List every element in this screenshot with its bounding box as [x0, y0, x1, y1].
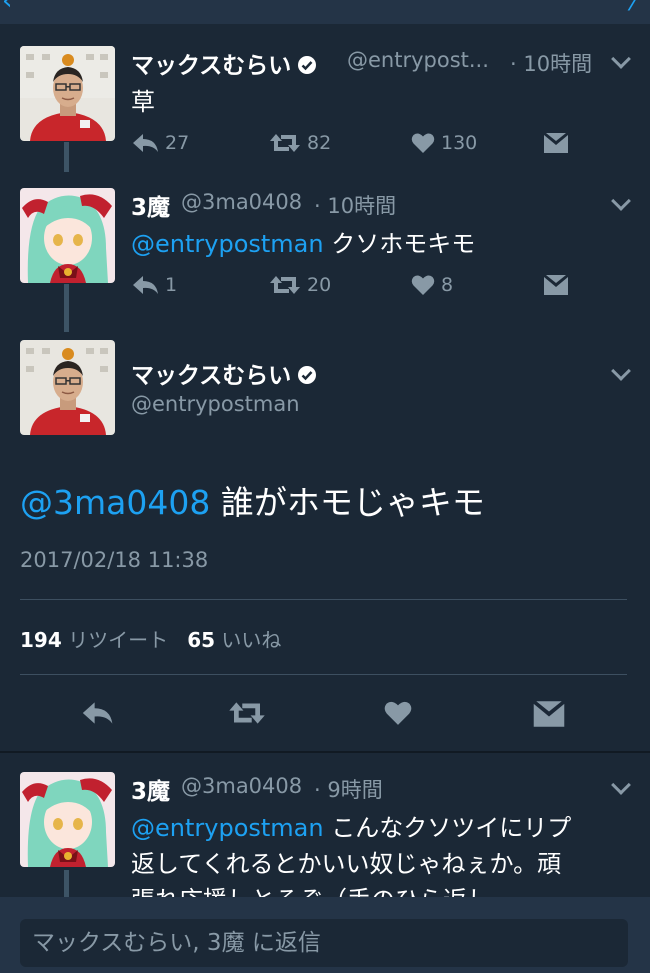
- like-count: 130: [441, 132, 478, 154]
- author-name[interactable]: 3魔: [131, 188, 170, 222]
- retweet-icon: [270, 134, 300, 152]
- verified-badge-icon: [298, 366, 317, 384]
- author-handle[interactable]: @3ma0408: [181, 774, 302, 798]
- tweet-text: @entrypostman こんなクソツイにリプ: [131, 808, 571, 843]
- compose-icon[interactable]: ⁄: [632, 0, 636, 16]
- chevron-down-icon[interactable]: [611, 361, 631, 381]
- focused-tweet-text: @3ma0408 誰がホモじゃキモ: [20, 476, 485, 524]
- chevron-down-icon[interactable]: [611, 775, 631, 795]
- section-separator: [0, 751, 650, 753]
- author-handle[interactable]: @entrypostman: [131, 392, 300, 416]
- reply-button[interactable]: 27: [131, 132, 189, 154]
- direct-message-icon[interactable]: [532, 700, 566, 728]
- reply-icon[interactable]: [80, 700, 114, 726]
- author-name[interactable]: 3魔: [131, 772, 170, 806]
- thread-line: [64, 142, 69, 172]
- mention-link[interactable]: @entrypostman: [131, 230, 324, 258]
- tweet-text-line: 張れ応援しとるぞ（手のひら返し: [131, 880, 491, 897]
- tweet-text: 草: [131, 88, 155, 116]
- avatar-3ma[interactable]: [20, 772, 115, 867]
- heart-icon: [411, 133, 435, 153]
- verified-badge-icon: [298, 56, 317, 74]
- retweet-button[interactable]: 82: [269, 132, 331, 154]
- author-handle[interactable]: @entrypost...: [347, 48, 489, 72]
- reply-input[interactable]: [20, 919, 628, 967]
- mention-link[interactable]: @3ma0408: [20, 483, 210, 522]
- thread-line: [64, 870, 69, 897]
- retweet-button[interactable]: 20: [269, 274, 331, 296]
- divider: [20, 674, 627, 675]
- chevron-down-icon[interactable]: [611, 49, 631, 69]
- focused-tweet: マックスむらい @entrypostman @3ma0408 誰がホモじゃキモ …: [0, 332, 650, 752]
- avatar-maxmurai[interactable]: [20, 340, 115, 435]
- message-button[interactable]: [543, 132, 569, 154]
- like-count: 8: [441, 274, 454, 296]
- reply-tweet-3ma[interactable]: 3魔 @3ma0408 · 9時間 @entrypostman こんなクソツイに…: [0, 754, 650, 897]
- tweet-time: · 9時間: [314, 778, 383, 802]
- divider: [20, 599, 627, 600]
- heart-icon: [411, 275, 435, 295]
- top-navigation-bar: ‹ ⁄: [0, 0, 650, 24]
- message-button[interactable]: [543, 274, 569, 296]
- author-name[interactable]: マックスむらい: [131, 46, 317, 80]
- tweet-maxmurai-1[interactable]: マックスむらい @entrypost... · 10時間 草 27 82 130: [0, 24, 650, 172]
- mention-link[interactable]: @entrypostman: [131, 814, 324, 842]
- author-name[interactable]: マックスむらい: [131, 356, 317, 390]
- retweet-icon: [270, 276, 300, 294]
- direct-message-icon: [544, 133, 568, 153]
- heart-icon[interactable]: [383, 700, 413, 726]
- avatar-maxmurai[interactable]: [20, 46, 115, 141]
- tweet-text-line: こんなクソツイにリプ: [331, 814, 572, 842]
- like-stat[interactable]: 65 いいね: [187, 628, 281, 652]
- reply-icon: [133, 276, 158, 294]
- retweet-count: 82: [307, 132, 332, 154]
- tweet-text-content: クソホモキモ: [331, 230, 476, 258]
- tweet-time: · 10時間: [314, 194, 397, 218]
- direct-message-icon: [544, 275, 568, 295]
- engagement-stats: 194 リツイート 65 いいね: [20, 624, 281, 653]
- retweet-count: 20: [307, 274, 332, 296]
- reply-button[interactable]: 1: [131, 274, 177, 296]
- avatar-3ma[interactable]: [20, 188, 115, 283]
- chevron-down-icon[interactable]: [611, 191, 631, 211]
- tweet-3ma[interactable]: 3魔 @3ma0408 · 10時間 @entrypostman クソホモキモ …: [0, 172, 650, 332]
- thread-line: [64, 284, 69, 332]
- back-arrow-icon[interactable]: ‹: [2, 0, 12, 16]
- like-button[interactable]: 130: [411, 132, 477, 154]
- tweet-text-content: 誰がホモじゃキモ: [220, 483, 485, 522]
- reply-composer-bar: [0, 897, 650, 973]
- retweet-stat[interactable]: 194 リツイート: [20, 628, 168, 652]
- tweet-timestamp: 2017/02/18 11:38: [20, 548, 209, 572]
- retweet-icon[interactable]: [227, 700, 267, 726]
- reply-count: 27: [165, 132, 190, 154]
- reply-icon: [133, 134, 158, 152]
- author-handle[interactable]: @3ma0408: [181, 190, 302, 214]
- tweet-time: · 10時間: [510, 52, 593, 76]
- tweet-text: @entrypostman クソホモキモ: [131, 224, 475, 259]
- tweet-text-line: 返してくれるとかいい奴じゃねぇか。頑: [131, 850, 562, 878]
- focused-tweet-actions: [0, 698, 650, 730]
- like-button[interactable]: 8: [411, 274, 453, 296]
- reply-count: 1: [165, 274, 178, 296]
